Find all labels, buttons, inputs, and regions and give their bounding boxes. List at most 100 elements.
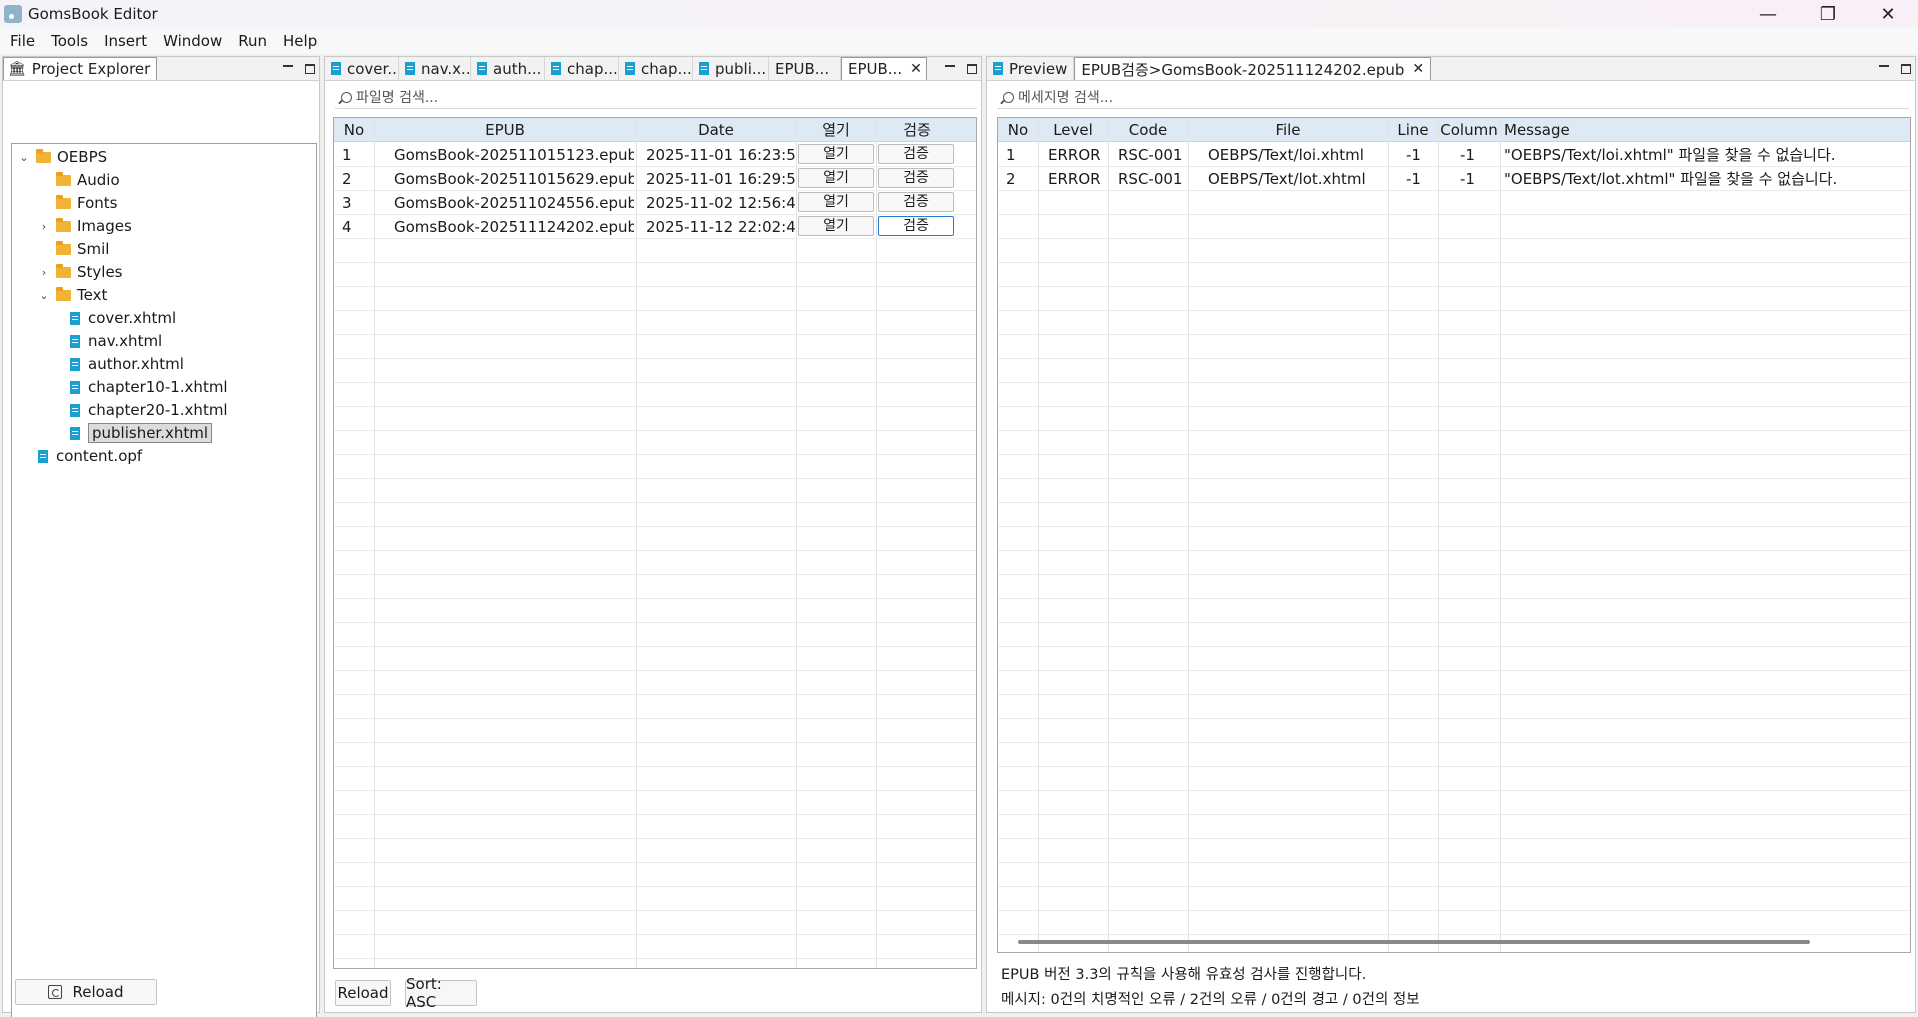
menu-run[interactable]: Run bbox=[230, 28, 275, 54]
column-header[interactable]: 검증 bbox=[876, 118, 958, 142]
tree-item-label: author.xhtml bbox=[88, 355, 184, 373]
validate-button[interactable]: 검증 bbox=[878, 144, 954, 164]
column-header[interactable]: File bbox=[1188, 118, 1388, 142]
close-window-button[interactable]: ✕ bbox=[1858, 0, 1918, 28]
validate-button[interactable]: 검증 bbox=[878, 168, 954, 188]
column-header[interactable]: Line bbox=[1388, 118, 1438, 142]
epub-date: 2025-11-01 16:29:56 bbox=[646, 170, 796, 188]
editor-tab[interactable]: EPUB... bbox=[769, 57, 841, 80]
chevron-icon[interactable]: › bbox=[38, 220, 50, 233]
editor-tab-label: cover... bbox=[347, 59, 399, 78]
message-file: OEBPS/Text/lot.xhtml bbox=[1208, 170, 1366, 188]
grid-divider bbox=[998, 406, 1910, 407]
grid-divider bbox=[1038, 118, 1039, 952]
maximize-icon[interactable] bbox=[305, 64, 315, 74]
tree-file[interactable]: publisher.xhtml bbox=[70, 422, 213, 444]
tree-folder[interactable]: › Images bbox=[38, 215, 132, 237]
tree-folder[interactable]: Fonts bbox=[38, 192, 117, 214]
horizontal-scrollbar[interactable] bbox=[1018, 940, 1810, 944]
tab-project-explorer[interactable]: 🏛 Project Explorer bbox=[3, 57, 158, 80]
sort-button[interactable]: Sort: ASC bbox=[405, 975, 477, 1011]
epub-date: 2025-11-02 12:56:45 bbox=[646, 194, 796, 212]
tree-folder[interactable]: Smil bbox=[38, 238, 109, 260]
tab-epub-validation[interactable]: EPUB검증>GomsBook-202511124202.epub ✕ bbox=[1074, 57, 1432, 80]
column-header[interactable]: EPUB bbox=[374, 118, 636, 142]
explorer-reload-button[interactable]: Reload bbox=[15, 979, 157, 1005]
menu-window[interactable]: Window bbox=[155, 28, 230, 54]
file-icon bbox=[405, 62, 415, 75]
minimize-icon[interactable] bbox=[945, 65, 955, 67]
tree-item-label: Audio bbox=[77, 171, 120, 189]
column-header[interactable]: Message bbox=[1500, 118, 1910, 142]
menu-help[interactable]: Help bbox=[275, 28, 325, 54]
validation-table: No Level Code File Line Column Message 1 ERROR RS… bbox=[997, 117, 1911, 953]
tree-file[interactable]: content.opf bbox=[38, 445, 142, 467]
title-bar: GomsBook Editor — ❐ ✕ bbox=[0, 0, 1918, 28]
menu-tools[interactable]: Tools bbox=[43, 28, 96, 54]
reload-button[interactable]: Reload bbox=[335, 980, 391, 1006]
minimize-window-button[interactable]: — bbox=[1738, 0, 1798, 28]
tab-preview[interactable]: Preview bbox=[987, 57, 1075, 80]
grid-divider bbox=[998, 358, 1910, 359]
column-header[interactable]: Column bbox=[1438, 118, 1500, 142]
maximize-icon[interactable] bbox=[1901, 64, 1911, 74]
project-explorer-panel: 🏛 Project Explorer ⌄ OEBPS Audio Fonts › Imag… bbox=[2, 56, 320, 1017]
grid-divider bbox=[334, 886, 976, 887]
tree-file[interactable]: nav.xhtml bbox=[70, 330, 162, 352]
editor-tab[interactable]: publi... bbox=[693, 57, 769, 80]
editor-tab[interactable]: nav.x... bbox=[399, 57, 471, 80]
column-header[interactable]: Date bbox=[636, 118, 796, 142]
editor-tab[interactable]: auth... bbox=[471, 57, 545, 80]
message-search[interactable] bbox=[997, 87, 1909, 109]
tree-file[interactable]: author.xhtml bbox=[70, 353, 184, 375]
file-icon bbox=[993, 62, 1003, 75]
close-icon[interactable]: ✕ bbox=[910, 61, 922, 77]
minimize-icon[interactable] bbox=[283, 65, 293, 67]
column-header[interactable]: Level bbox=[1038, 118, 1108, 142]
filename-search-input[interactable] bbox=[356, 89, 934, 106]
open-button[interactable]: 열기 bbox=[798, 168, 874, 188]
column-header[interactable]: 열기 bbox=[796, 118, 876, 142]
column-header[interactable]: Code bbox=[1108, 118, 1188, 142]
menu-file[interactable]: File bbox=[2, 28, 43, 54]
filename-search[interactable] bbox=[335, 87, 977, 109]
message-search-input[interactable] bbox=[1018, 89, 1839, 106]
grid-divider bbox=[334, 838, 976, 839]
menu-insert[interactable]: Insert bbox=[96, 28, 155, 54]
grid-divider bbox=[334, 934, 976, 935]
editor-tab[interactable]: EPUB... ✕ bbox=[841, 57, 927, 80]
maximize-icon[interactable] bbox=[967, 64, 977, 74]
validate-button[interactable]: 검증 bbox=[878, 192, 954, 212]
validate-button[interactable]: 검증 bbox=[878, 216, 954, 236]
reload-icon bbox=[48, 985, 63, 999]
chevron-icon[interactable]: ⌄ bbox=[18, 151, 30, 164]
tree-item-label: chapter20-1.xhtml bbox=[88, 401, 228, 419]
tree-file[interactable]: chapter20-1.xhtml bbox=[70, 399, 228, 421]
restore-window-button[interactable]: ❐ bbox=[1798, 0, 1858, 28]
minimize-icon[interactable] bbox=[1879, 65, 1889, 67]
tree-folder[interactable]: ⌄ Text bbox=[38, 284, 107, 306]
open-button[interactable]: 열기 bbox=[798, 192, 874, 212]
tree-file[interactable]: cover.xhtml bbox=[70, 307, 176, 329]
tree-folder[interactable]: ⌄ OEBPS bbox=[18, 146, 107, 168]
grid-divider bbox=[636, 118, 637, 968]
column-header[interactable]: No bbox=[998, 118, 1038, 142]
tree-folder[interactable]: Audio bbox=[38, 169, 120, 191]
tree-file[interactable]: chapter10-1.xhtml bbox=[70, 376, 228, 398]
chevron-icon[interactable]: ⌄ bbox=[38, 289, 50, 302]
message-text: "OEBPS/Text/loi.xhtml" 파일을 찾을 수 없습니다. bbox=[1504, 146, 1836, 164]
chevron-icon[interactable]: › bbox=[38, 266, 50, 279]
grid-divider bbox=[998, 718, 1910, 719]
column-header[interactable]: No bbox=[334, 118, 374, 142]
tree-folder[interactable]: › Styles bbox=[38, 261, 123, 283]
row-number: 3 bbox=[342, 194, 352, 212]
open-button[interactable]: 열기 bbox=[798, 216, 874, 236]
grid-divider bbox=[998, 382, 1910, 383]
editor-tab[interactable]: chap... bbox=[619, 57, 693, 80]
open-button[interactable]: 열기 bbox=[798, 144, 874, 164]
close-icon[interactable]: ✕ bbox=[1412, 61, 1424, 77]
row-number: 1 bbox=[1006, 146, 1016, 164]
editor-tab[interactable]: chap... bbox=[545, 57, 619, 80]
grid-divider bbox=[998, 550, 1910, 551]
editor-tab[interactable]: cover... bbox=[325, 57, 399, 80]
